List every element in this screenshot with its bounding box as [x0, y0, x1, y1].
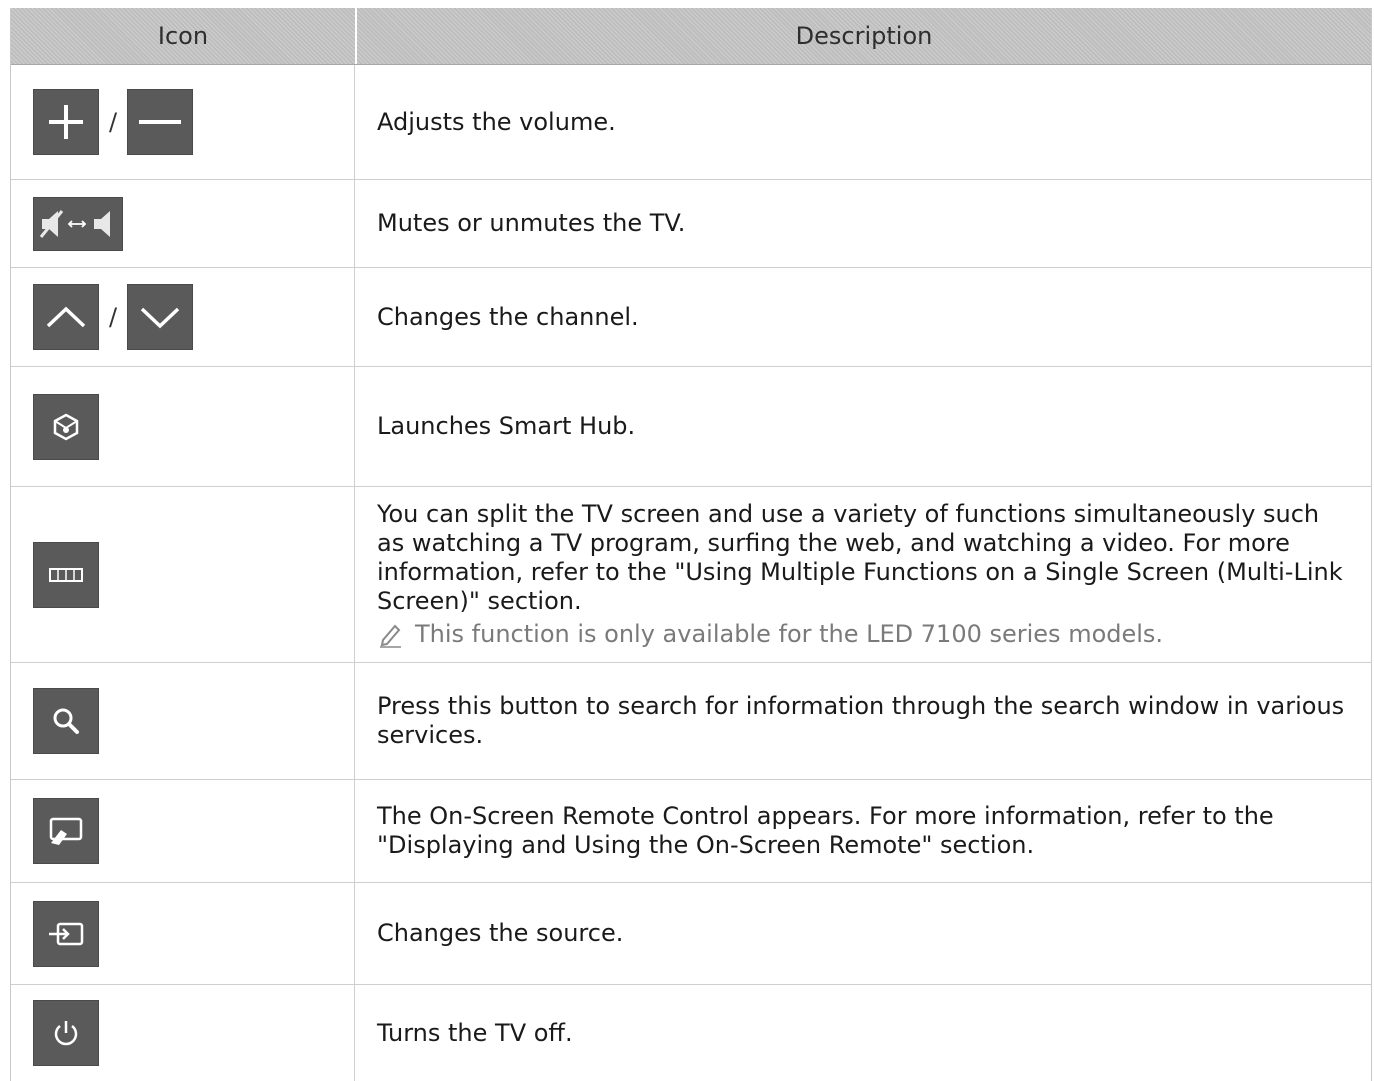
pencil-note-icon — [377, 622, 403, 648]
icon-cell: / — [11, 268, 355, 366]
icon-cell — [11, 883, 355, 984]
icon-cell: / — [11, 65, 355, 179]
icon-cell — [11, 663, 355, 779]
table-row: The On-Screen Remote Control appears. Fo… — [11, 780, 1371, 883]
description-cell: Turns the TV off. — [355, 985, 1371, 1081]
description-text: Changes the source. — [377, 919, 624, 947]
table-row: Changes the source. — [11, 883, 1371, 985]
description-text: The On-Screen Remote Control appears. Fo… — [377, 802, 1274, 859]
table-row: Launches Smart Hub. — [11, 367, 1371, 487]
icon-separator: / — [109, 303, 118, 331]
icon-cell — [11, 780, 355, 882]
description-cell: Changes the source. — [355, 883, 1371, 984]
power-icon — [33, 1000, 99, 1066]
description-cell: Adjusts the volume. — [355, 65, 1371, 179]
table-row: / Adjusts the volume. — [11, 65, 1371, 180]
on-screen-remote-icon — [33, 798, 99, 864]
table-row: Press this button to search for informat… — [11, 663, 1371, 780]
source-icon — [33, 900, 99, 967]
description-text: Launches Smart Hub. — [377, 412, 636, 440]
channel-down-icon — [127, 284, 194, 350]
table-row: You can split the TV screen and use a va… — [11, 487, 1371, 663]
description-text: Changes the channel. — [377, 302, 639, 331]
channel-up-icon — [33, 284, 99, 350]
description-cell: Launches Smart Hub. — [355, 367, 1371, 486]
table-row: Turns the TV off. — [11, 985, 1371, 1081]
note: This function is only available for the … — [377, 620, 1353, 649]
icon-cell — [11, 487, 355, 662]
mute-toggle-icon — [33, 196, 123, 251]
multi-link-screen-icon — [33, 541, 99, 608]
header-icon: Icon — [11, 8, 357, 64]
volume-up-icon — [33, 89, 99, 155]
description-cell: Changes the channel. — [355, 268, 1371, 366]
description-cell: The On-Screen Remote Control appears. Fo… — [355, 780, 1371, 882]
icon-cell — [11, 985, 355, 1081]
table-header: Icon Description — [11, 8, 1371, 65]
table-row: / Changes the channel. — [11, 268, 1371, 367]
icon-separator: / — [109, 108, 118, 136]
description-text: You can split the TV screen and use a va… — [377, 500, 1343, 615]
description-cell: Mutes or unmutes the TV. — [355, 180, 1371, 267]
table-row: Mutes or unmutes the TV. — [11, 180, 1371, 268]
icon-cell — [11, 180, 355, 267]
note-text: This function is only available for the … — [415, 620, 1164, 648]
description-cell: Press this button to search for informat… — [355, 663, 1371, 779]
search-icon — [33, 688, 99, 754]
icon-description-table: Icon Description / Adjusts the volume. M… — [10, 8, 1372, 1081]
description-cell: You can split the TV screen and use a va… — [355, 487, 1371, 662]
description-text: Mutes or unmutes the TV. — [377, 209, 686, 237]
icon-cell — [11, 367, 355, 486]
description-text: Press this button to search for informat… — [377, 692, 1345, 749]
description-text: Adjusts the volume. — [377, 107, 616, 136]
volume-down-icon — [127, 89, 194, 155]
smart-hub-icon — [33, 393, 99, 460]
header-description: Description — [795, 22, 933, 50]
description-text: Turns the TV off. — [377, 1018, 573, 1047]
